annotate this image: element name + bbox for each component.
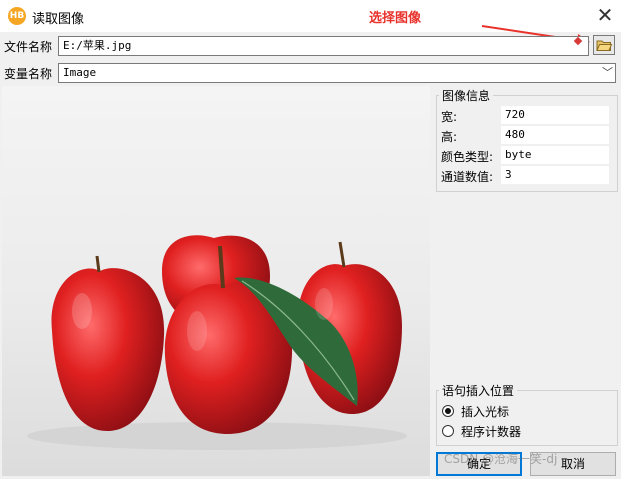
annotation-label: 选择图像 (369, 11, 422, 26)
info-value-color-type: byte (501, 146, 609, 164)
info-value-width: 720 (501, 106, 609, 124)
info-row-height: 高: 480 (441, 126, 609, 144)
info-row-channels: 通道数值: 3 (441, 166, 609, 184)
radio-checked-icon[interactable] (442, 405, 454, 417)
watermark-text: CSDN @沧海一笑-dj (444, 452, 558, 466)
browse-folder-button[interactable] (593, 35, 615, 55)
apple-image (27, 235, 407, 450)
info-key-color-type: 颜色类型: (441, 150, 494, 164)
close-icon[interactable]: ✕ (592, 2, 618, 28)
variable-name-label: 变量名称 (4, 67, 53, 81)
radio-label-program-counter: 程序计数器 (461, 425, 522, 439)
folder-open-icon (596, 40, 613, 51)
image-info-legend: 图像信息 (442, 89, 491, 103)
info-value-height: 480 (501, 126, 609, 144)
window-title: 读取图像 (32, 12, 85, 27)
insert-position-legend: 语句插入位置 (442, 384, 515, 398)
variable-name-value: Image (63, 66, 97, 79)
file-name-field[interactable]: E:/苹果.jpg (58, 36, 589, 56)
file-name-label: 文件名称 (4, 40, 53, 54)
info-key-height: 高: (441, 130, 458, 144)
info-key-width: 宽: (441, 110, 458, 124)
variable-name-select[interactable]: Image ﹀ (58, 63, 616, 83)
chevron-down-icon: ﹀ (602, 66, 613, 79)
radio-unchecked-icon[interactable] (442, 425, 454, 437)
info-row-color-type: 颜色类型: byte (441, 146, 609, 164)
image-preview (2, 86, 430, 476)
info-key-channels: 通道数值: (441, 170, 494, 184)
info-row-width: 宽: 720 (441, 106, 609, 124)
app-icon: HB (8, 7, 26, 25)
info-value-channels: 3 (501, 166, 609, 184)
radio-label-insert-cursor: 插入光标 (461, 405, 510, 419)
